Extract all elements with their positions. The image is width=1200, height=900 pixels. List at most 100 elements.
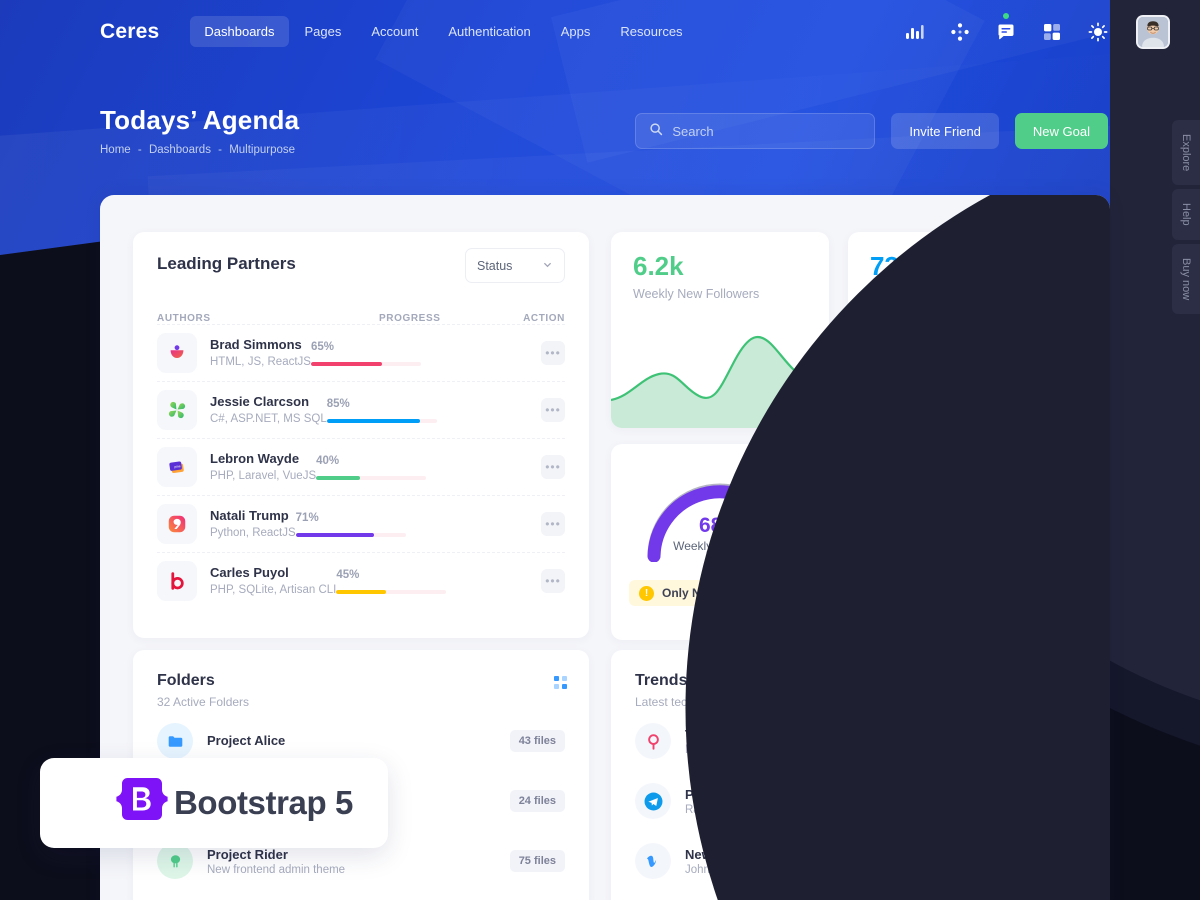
avatar[interactable] <box>1136 15 1170 49</box>
row-action-cell: ••• <box>467 398 565 422</box>
invite-friend-button[interactable]: Invite Friend <box>891 113 999 149</box>
list-item[interactable]: Popular Authors Randy, Steve, Mike +280$ <box>635 773 1042 829</box>
partner-info: Natali Trump Python, ReactJS <box>210 507 296 541</box>
chart-bar-icon[interactable] <box>904 22 924 42</box>
progress-value: 71% <box>295 511 319 524</box>
side-tab-buy-now[interactable]: Buy now <box>1172 243 1200 315</box>
nav-item-resources[interactable]: Resources <box>606 16 696 47</box>
brand-logo[interactable]: Ceres <box>100 20 159 44</box>
weekly-followers-card: 6.2k Weekly New Followers <box>611 232 829 428</box>
row-menu-button[interactable]: ••• <box>541 398 565 422</box>
trend-desc: Mark, Rowling, Esther <box>685 743 798 756</box>
trend-info: Popular Authors Randy, Steve, Mike <box>685 787 786 816</box>
folder-name: Project Alice <box>207 732 286 748</box>
list-item[interactable]: Top Authors Mark, Rowling, Esther +82$ <box>635 713 1042 769</box>
gauge-notice: ! Only New Users <box>629 580 811 606</box>
checkbox-icon[interactable] <box>871 536 884 548</box>
stat-value: 6.2k <box>633 251 684 281</box>
table-row[interactable]: pine Lebron Wayde PHP, Laravel, VueJS 40… <box>157 438 565 495</box>
weekly-targets-card: 730 My Weekly Targets <box>848 232 1066 428</box>
bar-2 <box>896 395 918 428</box>
partner-name: Lebron Wayde <box>210 451 300 467</box>
folder-icon <box>157 723 193 759</box>
nav-item-apps[interactable]: Apps <box>547 16 605 47</box>
checkbox-icon[interactable] <box>871 565 884 577</box>
partner-name: Brad Simmons <box>210 337 302 353</box>
progress-value: 85% <box>326 397 350 410</box>
status-dropdown[interactable]: Status <box>465 248 565 283</box>
new-goal-button[interactable]: New Goal <box>1014 113 1108 149</box>
scatter-icon[interactable] <box>950 22 970 42</box>
bar-1 <box>870 407 891 428</box>
checklist-label: Cereate <box>892 506 938 520</box>
sun-icon[interactable] <box>1088 22 1108 42</box>
row-menu-button[interactable]: ••• <box>541 455 565 479</box>
nav-links: Dashboards Pages Account Authentication … <box>190 16 696 47</box>
side-tab-explore[interactable]: Explore <box>1172 120 1200 186</box>
partner-progress: 85% <box>326 397 467 423</box>
col-progress: PROGRESS <box>379 313 441 324</box>
nav-item-account[interactable]: Account <box>357 16 432 47</box>
table-row[interactable]: Carles Puyol PHP, SQLite, Artisan CLI 45… <box>157 552 565 609</box>
search-box[interactable] <box>635 113 876 149</box>
new-target-button[interactable]: New Target <box>871 584 963 611</box>
plurk-logo-icon <box>157 333 197 373</box>
partner-stack: PHP, Laravel, VueJS <box>210 469 317 482</box>
partner-name: Jessie Clarcson <box>210 394 310 410</box>
page-header: Todays’ Agenda Home - Dashboards - Multi… <box>100 105 299 156</box>
grid-dots-icon[interactable] <box>1031 676 1044 689</box>
bar-6 <box>1000 393 1022 428</box>
trends-title: Trends <box>635 672 688 689</box>
list-item[interactable]: New Users John, Pat, Jimmy +4500$ <box>635 833 1042 889</box>
checklist-item-cereate[interactable]: Cereate <box>871 506 960 520</box>
grid-dots-icon[interactable] <box>554 676 567 689</box>
trends-subtitle: Latest tech trends <box>635 695 731 709</box>
nav-item-pages[interactable]: Pages <box>291 16 356 47</box>
grid-icon[interactable] <box>1042 22 1062 42</box>
warning-icon: ! <box>639 585 654 601</box>
row-menu-button[interactable]: ••• <box>541 341 565 365</box>
folder-info: Project Rider New frontend admin theme <box>207 847 345 876</box>
chat-icon[interactable] <box>996 12 1016 42</box>
page-title: Todays’ Agenda <box>100 105 300 135</box>
table-row[interactable]: Jessie Clarcson C#, ASP.NET, MS SQL 85% … <box>157 381 565 438</box>
breadcrumb-dashboards[interactable]: Dashboards <box>149 144 211 156</box>
partner-stack: C#, ASP.NET, MS SQL <box>210 412 327 425</box>
checkbox-icon[interactable] <box>871 507 884 519</box>
bar-chart <box>870 318 1048 428</box>
search-input[interactable] <box>672 123 862 139</box>
clover-logo-icon <box>157 390 197 430</box>
row-menu-button[interactable]: ••• <box>541 569 565 593</box>
table-row[interactable]: Brad Simmons HTML, JS, ReactJS 65% ••• <box>157 324 565 381</box>
trends-card: Trends Latest tech trends Top Authors Ma… <box>611 650 1066 900</box>
progress-value: 45% <box>336 568 360 581</box>
breadcrumb: Home - Dashboards - Multipurpose <box>100 144 299 156</box>
svg-text:%: % <box>982 487 992 499</box>
gauge-center: 68% Weekly Followers <box>640 514 800 553</box>
folder-info: Project Alice <box>207 733 285 750</box>
bar-3 <box>922 383 944 428</box>
breadcrumb-home[interactable]: Home <box>100 144 131 156</box>
row-action-cell: ••• <box>451 341 565 365</box>
trend-name: Top Authors <box>685 726 761 742</box>
leading-partners-card: Leading Partners Status AUTHORS PROGRESS… <box>133 232 589 638</box>
breadcrumb-multipurpose: Multipurpose <box>229 144 296 156</box>
checklist-label: Observe <box>892 535 943 549</box>
side-tab-help[interactable]: Help <box>1172 189 1200 240</box>
nav-item-authentication[interactable]: Authentication <box>434 16 544 47</box>
row-menu-button[interactable]: ••• <box>541 512 565 536</box>
partner-progress: 45% <box>336 569 476 594</box>
stat-value: 730 <box>870 251 914 281</box>
nav-item-dashboards[interactable]: Dashboards <box>190 16 289 47</box>
partner-stack: Python, ReactJS <box>210 526 296 539</box>
table-row[interactable]: Natali Trump Python, ReactJS 71% ••• <box>157 495 565 552</box>
plurk-icon <box>635 723 671 759</box>
header-actions: Invite Friend New Goal <box>635 113 1108 149</box>
bar-5 <box>974 390 996 428</box>
partner-info: Brad Simmons HTML, JS, ReactJS <box>210 336 311 370</box>
trend-info: Top Authors Mark, Rowling, Esther <box>685 727 797 756</box>
partner-info: Carles Puyol PHP, SQLite, Artisan CLI <box>210 564 336 598</box>
checklist-item-observe[interactable]: Observe <box>871 535 960 549</box>
breadcrumb-sep-1: - <box>137 144 142 156</box>
checklist-item-export-pdf[interactable]: Export PDF <box>871 564 960 578</box>
